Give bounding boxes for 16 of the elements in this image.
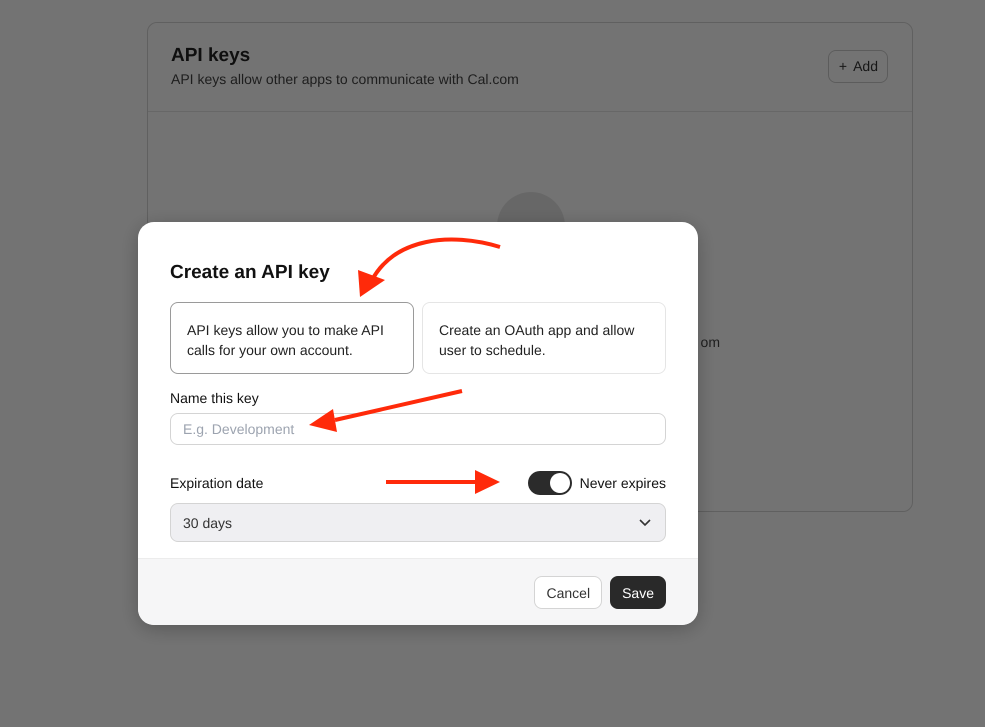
expiration-select[interactable]: 30 days xyxy=(170,503,666,542)
cancel-button[interactable]: Cancel xyxy=(534,576,602,609)
name-label: Name this key xyxy=(170,390,260,406)
page-subtitle: API keys allow other apps to communicate with Cal.com xyxy=(171,71,519,87)
key-type-option[interactable]: API keys allow you to make API calls for your own account. xyxy=(170,302,414,374)
save-button[interactable]: Save xyxy=(610,576,666,609)
key-type-option[interactable]: Create an OAuth app and allow user to schedule. xyxy=(422,302,666,374)
add-button[interactable]: + Add xyxy=(828,50,888,82)
toggle-label: Never expires xyxy=(580,475,666,491)
empty-state-text: om xyxy=(700,334,720,350)
name-input[interactable]: E.g. Development xyxy=(170,413,666,445)
never-expires-toggle[interactable] xyxy=(528,471,572,495)
page-title: API keys xyxy=(171,45,252,67)
expiration-label: Expiration date xyxy=(170,475,264,491)
chevron-down-icon xyxy=(639,518,651,526)
dialog-title: Create an API key xyxy=(170,262,331,284)
